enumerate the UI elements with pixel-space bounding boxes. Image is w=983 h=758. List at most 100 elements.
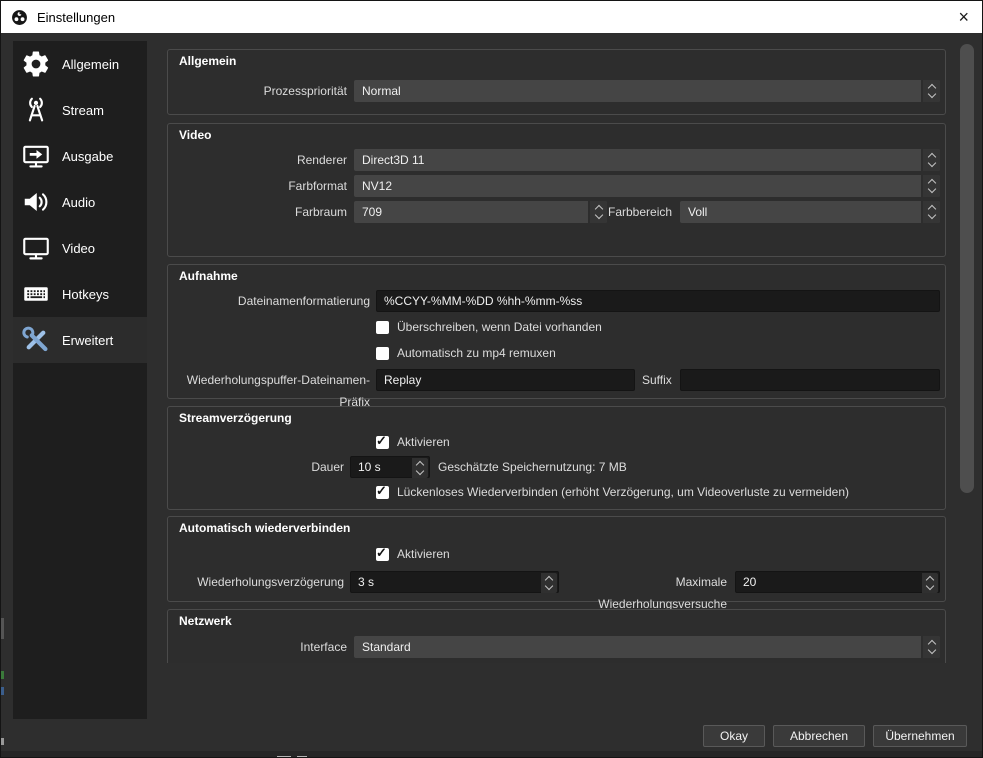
delay-enable-label: Aktivieren: [397, 435, 450, 449]
broadcast-antenna-icon: [21, 95, 51, 125]
vertical-scrollbar-thumb[interactable]: [960, 44, 974, 493]
filename-format-input[interactable]: %CCYY-%MM-%DD %hh-%mm-%ss: [376, 290, 940, 312]
keyboard-icon: [21, 279, 51, 309]
spin-arrows-icon[interactable]: [922, 573, 938, 593]
color-space-value: 709: [362, 205, 383, 219]
sidebar-label: Allgemein: [62, 56, 120, 72]
sidebar-item-video[interactable]: Video: [13, 225, 147, 271]
window-title: Einstellungen: [37, 9, 116, 25]
renderer-select[interactable]: Direct3D 11: [354, 149, 940, 171]
gapless-reconnect-checkbox[interactable]: [376, 483, 389, 499]
combo-arrows-icon[interactable]: [921, 80, 940, 102]
duration-label: Dauer: [311, 460, 344, 474]
sidebar-label: Stream: [62, 102, 104, 118]
gapless-reconnect-check-row: Lückenloses Wiederverbinden (erhöht Verz…: [376, 483, 849, 499]
color-range-value: Voll: [688, 205, 708, 219]
sidebar-item-stream[interactable]: Stream: [13, 87, 147, 133]
max-retries-spinbox[interactable]: 20: [735, 571, 940, 593]
renderer-label: Renderer: [296, 153, 347, 167]
overwrite-check-row: Überschreiben, wenn Datei vorhanden: [376, 320, 602, 334]
monitor-icon: [21, 233, 51, 263]
interface-label: Interface: [300, 640, 347, 654]
reconnect-enable-check-row: Aktivieren: [376, 545, 450, 561]
apply-button[interactable]: Übernehmen: [873, 725, 967, 747]
memory-usage-text: Geschätzte Speichernutzung: 7 MB: [438, 460, 627, 474]
section-title: Video: [179, 128, 212, 142]
background-window-edge: [1, 687, 4, 695]
section-streamverzoegerung: Streamverzögerung Aktivieren Dauer 10 s …: [167, 406, 946, 510]
sidebar-item-allgemein[interactable]: Allgemein: [13, 41, 147, 87]
section-allgemein: Allgemein Prozesspriorität Normal: [167, 49, 946, 115]
gear-icon: [21, 49, 51, 79]
sidebar-item-erweitert[interactable]: Erweitert: [13, 317, 147, 363]
background-window-edge: [1, 618, 4, 639]
sidebar-item-ausgabe[interactable]: Ausgabe: [13, 133, 147, 179]
section-netzwerk: Netzwerk Interface Standard: [167, 609, 946, 663]
section-title: Aufnahme: [179, 269, 238, 283]
color-format-select[interactable]: NV12: [354, 175, 940, 197]
section-aufnahme: Aufnahme Dateinamenformatierung %CCYY-%M…: [167, 264, 946, 409]
overwrite-label: Überschreiben, wenn Datei vorhanden: [397, 320, 602, 334]
sidebar-label: Hotkeys: [62, 286, 109, 302]
duration-spinbox[interactable]: 10 s: [350, 456, 430, 478]
color-space-label: Farbraum: [294, 205, 347, 219]
interface-value: Standard: [362, 640, 411, 654]
retry-delay-spinbox[interactable]: 3 s: [350, 571, 559, 593]
filename-format-label: Dateinamenformatierung: [237, 294, 370, 308]
section-title: Netzwerk: [179, 614, 232, 628]
section-wiederverbinden: Automatisch wiederverbinden Aktivieren W…: [167, 516, 946, 611]
spin-arrows-icon[interactable]: [541, 573, 557, 593]
sidebar-item-hotkeys[interactable]: Hotkeys: [13, 271, 147, 317]
combo-arrows-icon[interactable]: [921, 149, 940, 171]
titlebar: Einstellungen ×: [1, 1, 982, 33]
sidebar-item-audio[interactable]: Audio: [13, 179, 147, 225]
delay-enable-checkbox[interactable]: [376, 433, 389, 449]
max-retries-value: 20: [743, 575, 757, 589]
replay-prefix-input[interactable]: Replay: [376, 369, 635, 391]
process-priority-select[interactable]: Normal: [354, 80, 940, 102]
process-priority-value: Normal: [362, 84, 401, 98]
interface-select[interactable]: Standard: [354, 636, 940, 658]
combo-arrows-icon[interactable]: [921, 175, 940, 197]
remux-check-row: Automatisch zu mp4 remuxen: [376, 346, 556, 360]
overwrite-checkbox[interactable]: [376, 320, 389, 334]
sidebar-label: Ausgabe: [62, 148, 114, 164]
replay-suffix-label: Suffix: [642, 373, 672, 387]
color-format-label: Farbformat: [288, 179, 347, 193]
settings-nav-sidebar: Allgemein Stream Ausgabe Audio Video Hot…: [13, 41, 147, 719]
background-window-strip: [1, 751, 982, 757]
monitor-output-arrow-icon: [21, 141, 51, 171]
replay-prefix-label: Wiederholungspuffer-Dateinamen-Präfix: [186, 373, 370, 409]
color-range-select[interactable]: Voll: [680, 201, 940, 223]
color-space-select[interactable]: 709: [354, 201, 607, 223]
obs-logo-icon: [11, 9, 28, 26]
duration-value: 10 s: [358, 460, 381, 474]
color-format-value: NV12: [362, 179, 393, 193]
section-title: Automatisch wiederverbinden: [179, 521, 351, 535]
crossed-tools-icon: [21, 325, 51, 355]
replay-prefix-value: Replay: [384, 373, 422, 387]
reconnect-enable-checkbox[interactable]: [376, 545, 389, 561]
combo-arrows-icon[interactable]: [588, 201, 607, 223]
combo-arrows-icon[interactable]: [921, 636, 940, 658]
background-window-edge: [1, 671, 4, 679]
replay-suffix-input[interactable]: [680, 369, 940, 391]
retry-delay-label: Wiederholungsverzögerung: [197, 575, 344, 589]
remux-label: Automatisch zu mp4 remuxen: [397, 346, 556, 360]
color-range-label: Farbbereich: [608, 205, 673, 219]
background-window-edge: [1, 738, 4, 745]
remux-checkbox[interactable]: [376, 346, 389, 360]
section-title: Allgemein: [179, 54, 237, 68]
sidebar-label: Erweitert: [62, 332, 114, 348]
renderer-value: Direct3D 11: [362, 153, 425, 167]
close-icon[interactable]: ×: [958, 8, 969, 26]
filename-format-value: %CCYY-%MM-%DD %hh-%mm-%ss: [384, 294, 583, 308]
retry-delay-value: 3 s: [358, 575, 375, 589]
combo-arrows-icon[interactable]: [921, 201, 940, 223]
speaker-icon: [21, 187, 51, 217]
okay-button[interactable]: Okay: [703, 725, 765, 747]
section-title: Streamverzögerung: [179, 411, 292, 425]
spin-arrows-icon[interactable]: [412, 458, 428, 478]
cancel-button[interactable]: Abbrechen: [773, 725, 865, 747]
settings-scroll-area: Allgemein Prozesspriorität Normal Video …: [161, 34, 951, 663]
